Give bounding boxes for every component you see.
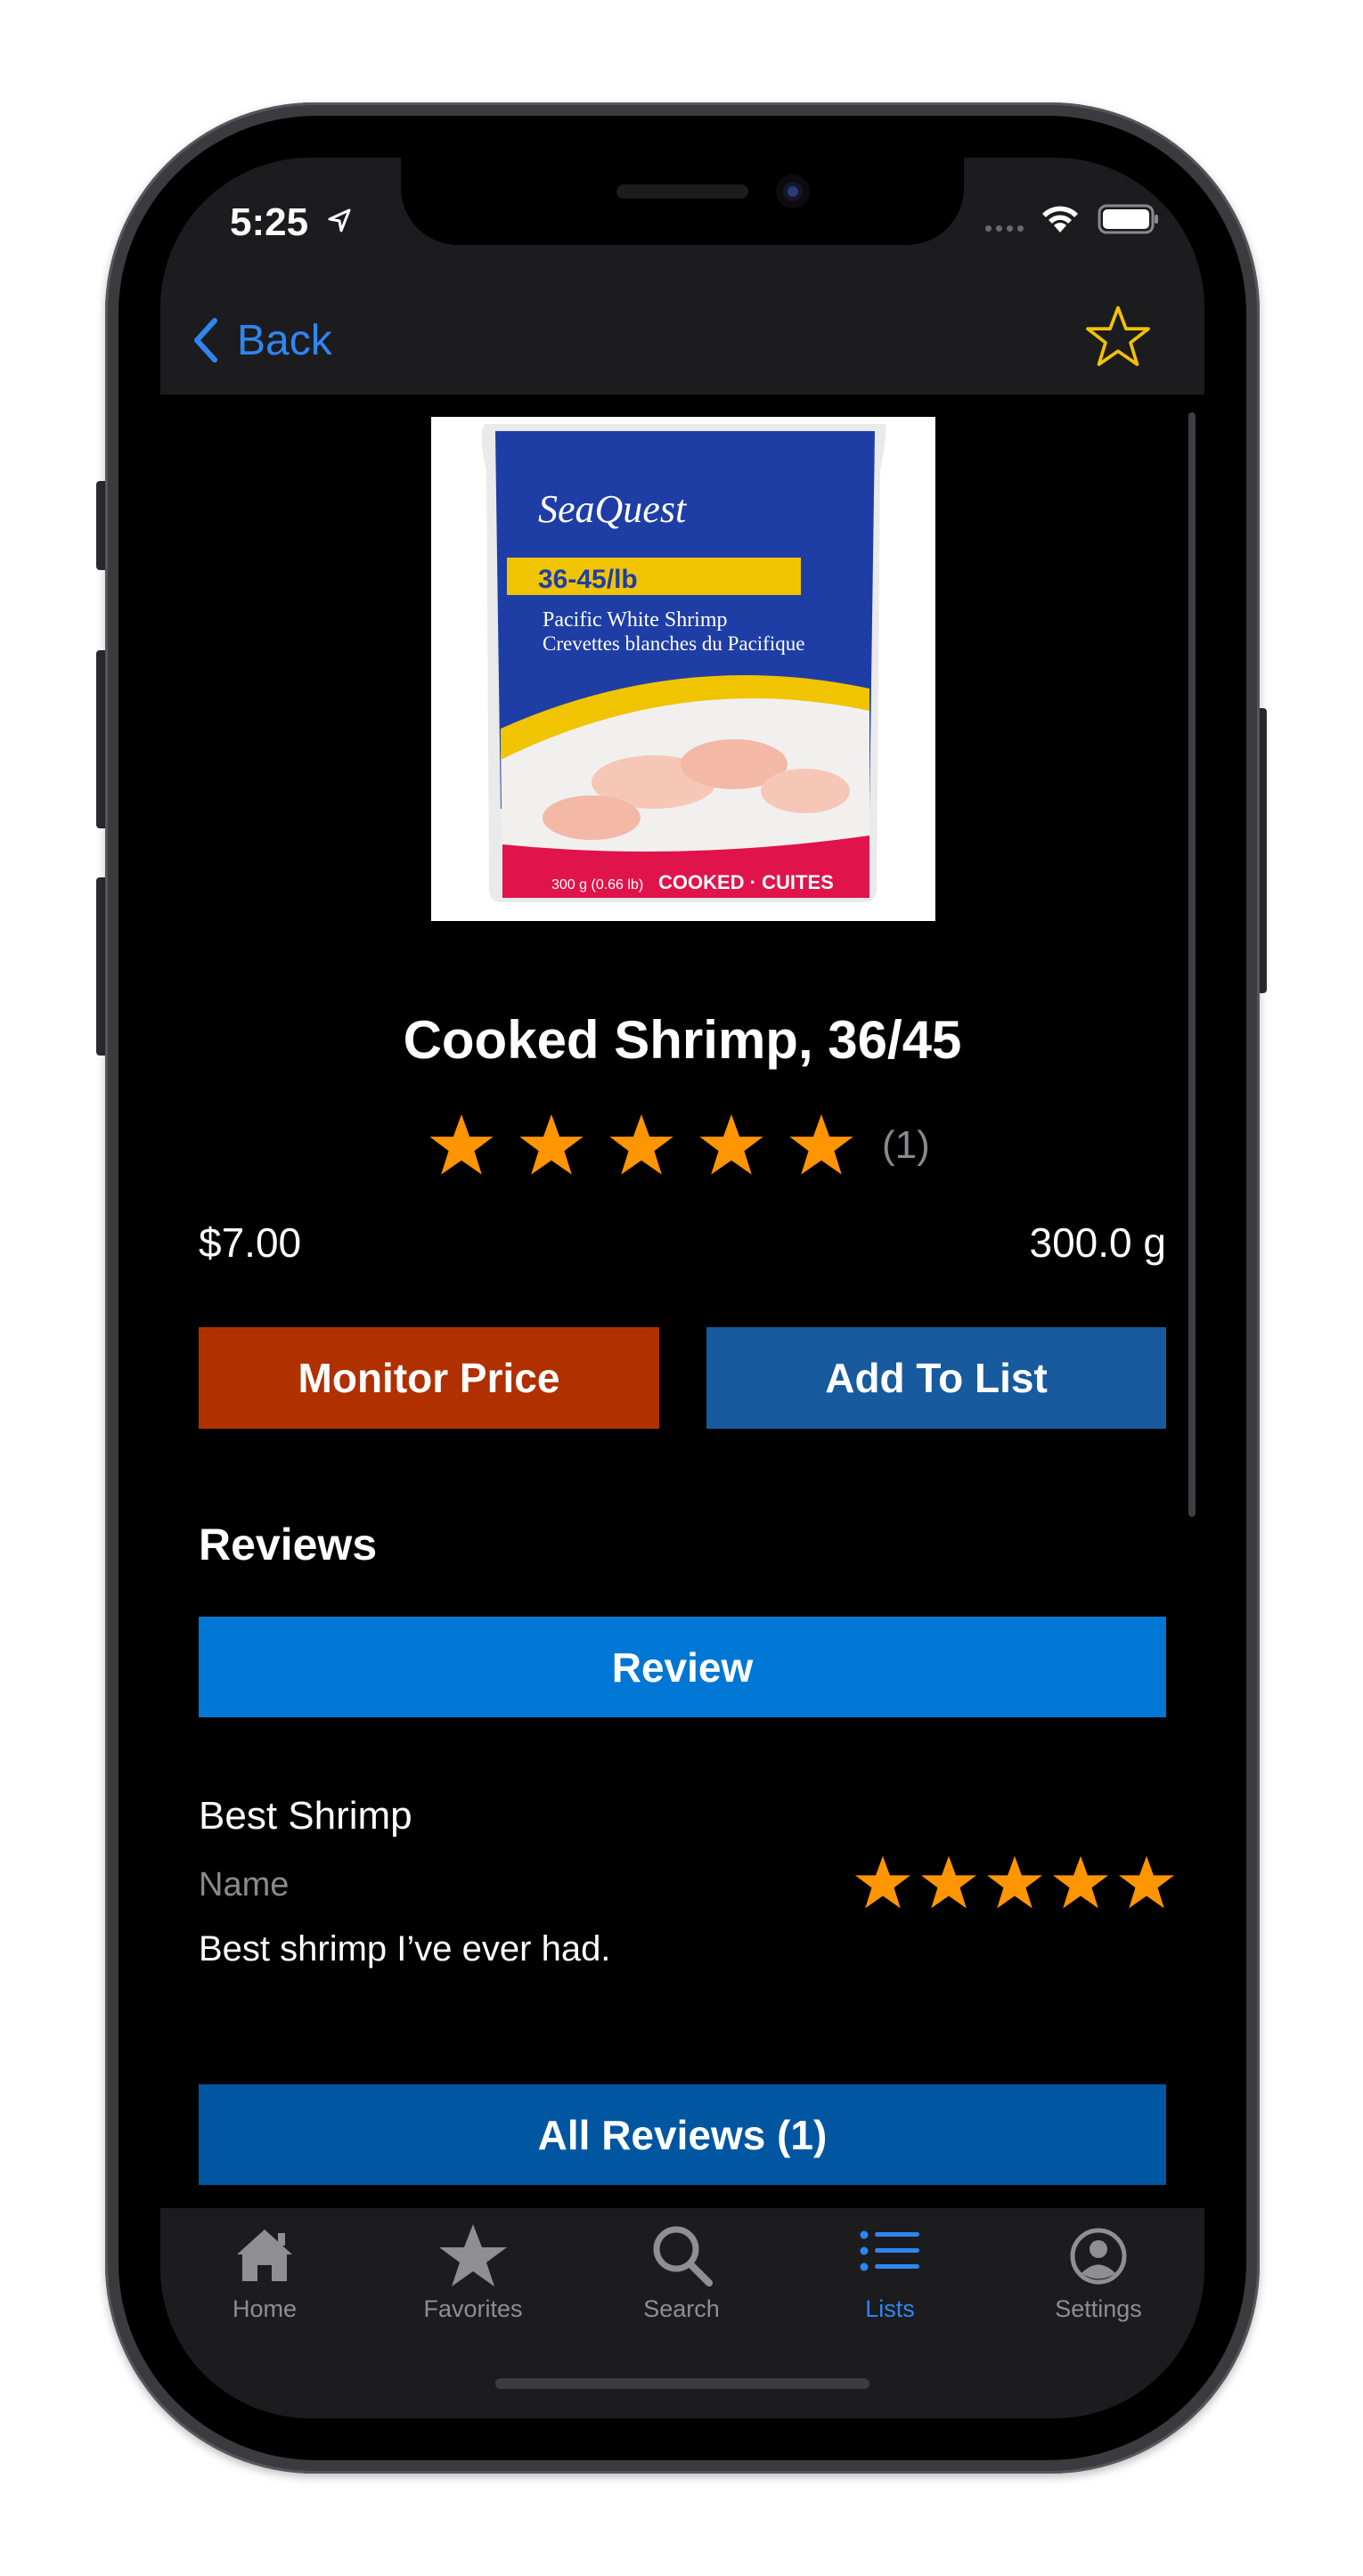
review-star-icon [854,1855,911,1909]
product-detail-content[interactable]: 36-45/lb SeaQuest Pacific White Shrimp C… [160,395,1204,2350]
package-weight: 300 g (0.66 lb) [551,877,643,893]
star-icon [439,2224,507,2287]
review-star-icon [1118,1855,1175,1909]
package-cooked: COOKED · CUITES [658,871,834,893]
tab-label: Favorites [423,2295,523,2322]
write-review-button[interactable]: Review [199,1617,1166,1717]
cellular-signal-icon [985,225,1024,232]
product-image: 36-45/lb SeaQuest Pacific White Shrimp C… [431,417,935,921]
home-indicator[interactable] [495,2378,869,2389]
review-body: Best shrimp I’ve ever had. [199,1929,611,1969]
package-name-en: Pacific White Shrimp [543,608,728,632]
tab-search[interactable]: Search [577,2208,786,2342]
tab-label: Lists [865,2295,915,2322]
house-icon [237,2230,292,2281]
monitor-price-button[interactable]: Monitor Price [199,1327,659,1429]
tab-label: Settings [1055,2295,1142,2322]
magnifier-icon [653,2226,713,2287]
product-size: 300.0 g [1029,1219,1166,1266]
front-camera [776,175,810,208]
list-icon [860,2230,919,2271]
scroll-indicator[interactable] [1188,412,1196,1517]
rating-star-icon [519,1114,584,1175]
review-star-icon [986,1855,1043,1909]
tab-settings[interactable]: Settings [994,2208,1203,2342]
screen: 5:25 Back 36-45/lb SeaQuest Pacific Whit… [160,158,1204,2418]
rating-star-icon [609,1114,673,1175]
rating-count: (1) [882,1123,930,1167]
review-star-icon [1052,1855,1109,1909]
earpiece-speaker [616,184,748,199]
location-arrow-icon [328,208,351,232]
all-reviews-button[interactable]: All Reviews (1) [199,2084,1166,2185]
product-rating: (1) [428,1112,930,1179]
rating-star-icon [429,1114,494,1175]
rating-star-icon [699,1114,763,1175]
tab-label: Home [232,2295,298,2322]
tab-lists[interactable]: Lists [786,2208,994,2342]
notch [401,158,964,245]
tab-favorites[interactable]: Favorites [369,2208,577,2342]
review-title: Best Shrimp [199,1794,412,1838]
product-title: Cooked Shrimp, 36/45 [403,1010,962,1070]
add-to-list-button[interactable]: Add To List [706,1327,1166,1429]
wifi-icon [1042,206,1078,232]
package-count: 36-45/lb [538,565,638,594]
tab-home[interactable]: Home [160,2208,369,2342]
rating-star-icon [789,1114,853,1175]
status-time: 5:25 [230,200,309,244]
back-label: Back [237,316,332,364]
review-rating [853,1854,1183,1912]
review-author: Name [199,1866,290,1903]
reviews-heading: Reviews [199,1520,378,1569]
person-circle-icon [1070,2228,1127,2285]
package-name-fr: Crevettes blanches du Pacifique [543,632,804,655]
chevron-left-icon [194,318,217,363]
back-button[interactable]: Back [192,309,332,371]
package-brand: SeaQuest [538,487,688,531]
tab-label: Search [643,2295,720,2322]
review-star-icon [920,1855,977,1909]
product-price: $7.00 [199,1219,302,1266]
favorite-star-icon[interactable] [1085,304,1151,370]
battery-icon [1098,204,1158,234]
